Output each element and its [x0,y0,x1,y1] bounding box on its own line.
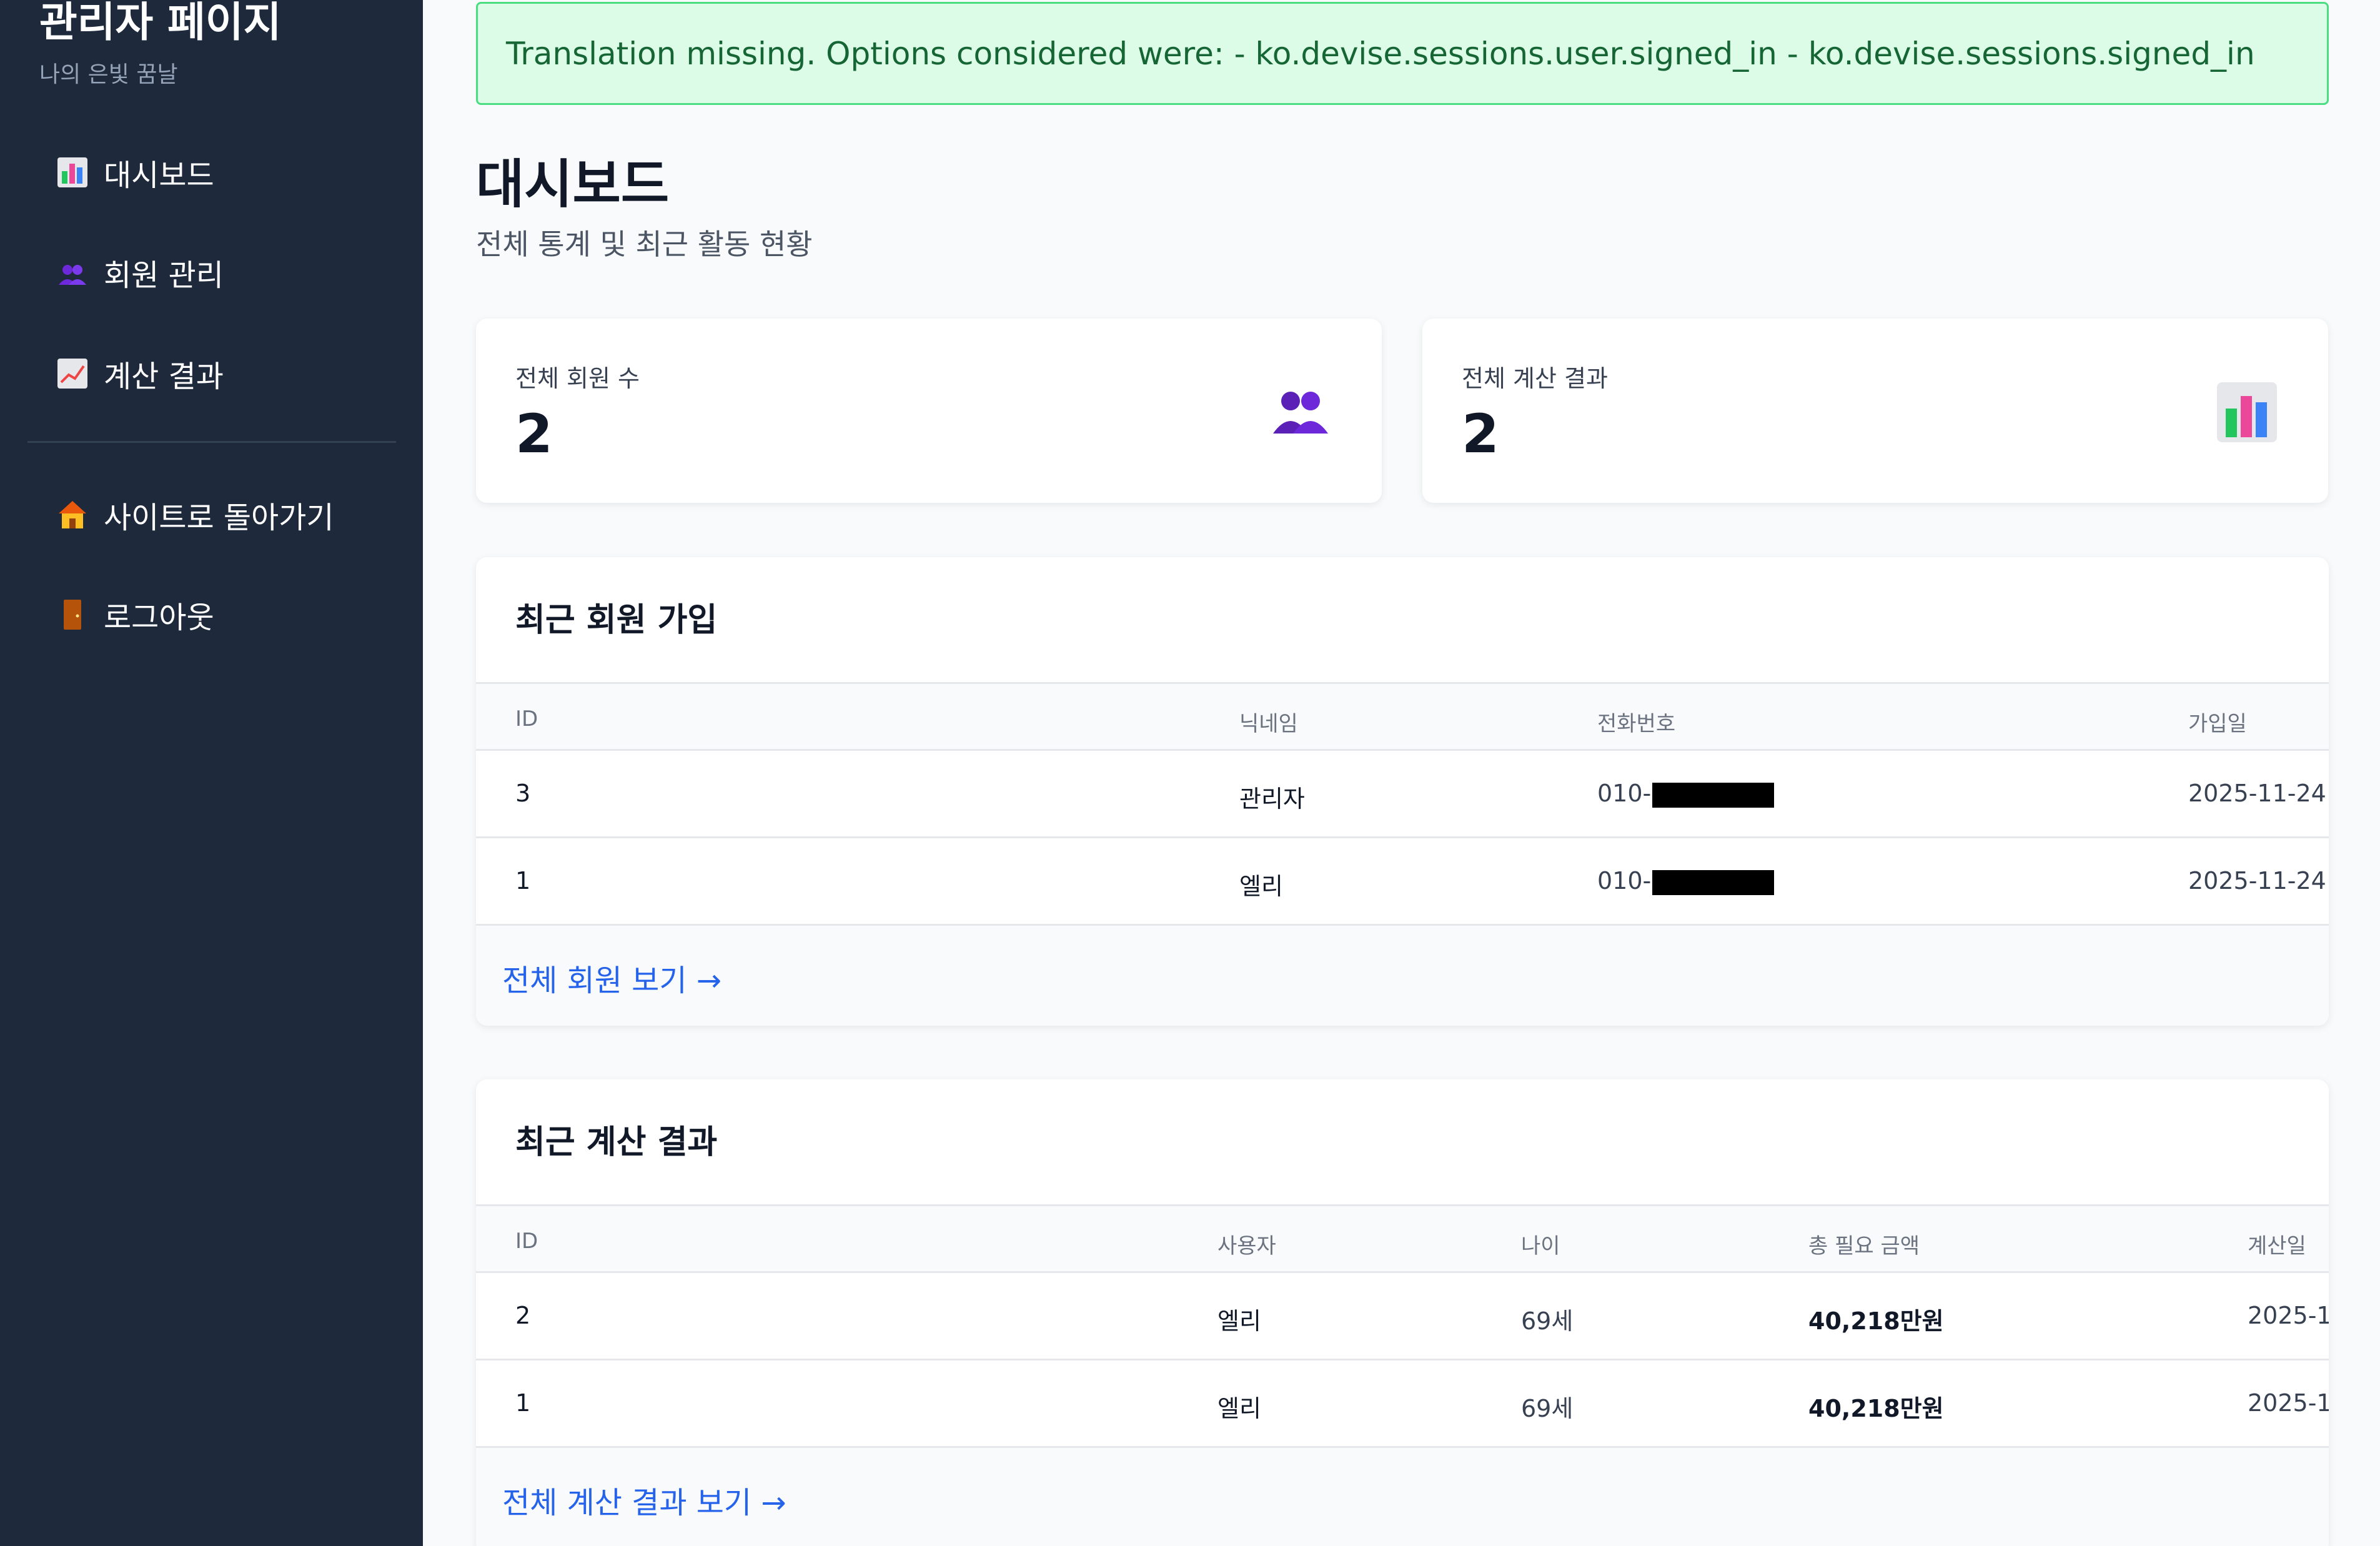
cell-id: 3 [515,780,531,807]
table-header: ID 사용자 나이 총 필요 금액 계산일 [476,1204,2329,1273]
cell-date: 2025-11-24 15:10 [2248,1389,2329,1417]
stat-card-members: 전체 회원 수 2 [476,319,1382,503]
column-header: 닉네임 [1239,711,1298,736]
stat-label: 전체 회원 수 [515,365,640,392]
door-icon [56,598,89,631]
admin-subtitle: 나의 은빛 꿈날 [39,62,178,87]
table-header: ID 닉네임 전화번호 가입일 [476,682,2329,751]
stat-label: 전체 계산 결과 [1462,365,1608,392]
column-header: 나이 [1521,1234,1560,1259]
column-header: 전화번호 [1597,711,1676,736]
sidebar-item-results[interactable]: 계산 결과 [56,349,224,399]
view-all-members-link[interactable]: 전체 회원 보기 → [502,956,721,999]
panel-footer: 전체 회원 보기 → [476,926,2329,1026]
view-all-results-link[interactable]: 전체 계산 결과 보기 → [502,1478,786,1522]
stat-card-results: 전체 계산 결과 2 [1422,319,2328,503]
trend-chart-icon [56,357,89,390]
flash-alert: Translation missing. Options considered … [476,2,2329,105]
cell-nickname: 관리자 [1239,785,1305,813]
sidebar-item-label: 사이트로 돌아가기 [104,500,334,535]
cell-user: 엘리 [1217,1307,1261,1335]
sidebar-item-label: 계산 결과 [104,359,224,394]
column-header: 사용자 [1217,1234,1276,1259]
cell-joined: 2025-11-24 15:10 [2188,867,2329,894]
recent-results-panel: 최근 계산 결과 ID 사용자 나이 총 필요 금액 계산일 2 엘리 69세 … [476,1079,2329,1546]
column-header: 총 필요 금액 [1808,1234,1920,1259]
sidebar-item-back-to-site[interactable]: 사이트로 돌아가기 [56,490,334,540]
cell-id: 2 [515,1302,531,1329]
redaction-bar [1652,870,1775,895]
sidebar-item-dashboard[interactable]: 대시보드 [56,147,214,197]
cell-nickname: 엘리 [1239,873,1283,900]
table-row: 2 엘리 69세 40,218만원 2025-11-24 15:23 [476,1273,2329,1360]
users-icon [56,256,89,289]
page-subtitle: 전체 통계 및 최근 활동 현황 [476,227,813,261]
cell-amount: 40,218만원 [1808,1307,1944,1335]
table-row: 1 엘리 69세 40,218만원 2025-11-24 15:10 [476,1360,2329,1448]
panel-title: 최근 계산 결과 [515,1124,718,1161]
panel-title: 최근 회원 가입 [515,602,718,639]
redaction-bar [1652,782,1775,808]
cell-age: 69세 [1521,1307,1574,1335]
cell-date: 2025-11-24 15:23 [2248,1302,2329,1329]
recent-members-panel: 최근 회원 가입 ID 닉네임 전화번호 가입일 3 관리자 010- 2025… [476,557,2329,1026]
column-header: ID [515,1229,538,1254]
column-header: 가입일 [2188,711,2247,736]
sidebar-item-label: 대시보드 [104,158,214,193]
cell-id: 1 [515,1389,531,1417]
phone-prefix: 010- [1597,867,1652,894]
stat-value: 2 [515,403,553,465]
sidebar-item-label: 로그아웃 [104,600,214,635]
sidebar-divider [27,441,396,443]
cell-id: 1 [515,867,531,894]
cell-user: 엘리 [1217,1395,1261,1422]
stat-value: 2 [1462,403,1499,465]
cell-phone: 010- [1597,780,1775,808]
sidebar-item-label: 회원 관리 [104,258,224,293]
table-row: 1 엘리 010- 2025-11-24 15:10 [476,838,2329,926]
users-icon [1269,381,1332,443]
bar-chart-icon [2216,381,2278,443]
sidebar: 관리자 페이지 나의 은빛 꿈날 대시보드 회원 관리 계산 결과 사이트로 돌… [0,0,423,1546]
house-icon [56,498,89,531]
column-header: ID [515,706,538,731]
table-row: 3 관리자 010- 2025-11-24 15:29 [476,751,2329,838]
flash-alert-message: Translation missing. Options considered … [506,35,2255,72]
sidebar-item-members[interactable]: 회원 관리 [56,247,224,297]
cell-joined: 2025-11-24 15:29 [2188,780,2329,807]
bar-chart-icon [56,156,89,189]
sidebar-item-logout[interactable]: 로그아웃 [56,590,214,640]
page-title: 대시보드 [476,154,670,215]
phone-prefix: 010- [1597,780,1652,807]
cell-age: 69세 [1521,1395,1574,1422]
column-header: 계산일 [2248,1234,2306,1259]
admin-title: 관리자 페이지 [39,0,282,46]
cell-phone: 010- [1597,867,1775,895]
panel-footer: 전체 계산 결과 보기 → [476,1448,2329,1546]
cell-amount: 40,218만원 [1808,1395,1944,1422]
